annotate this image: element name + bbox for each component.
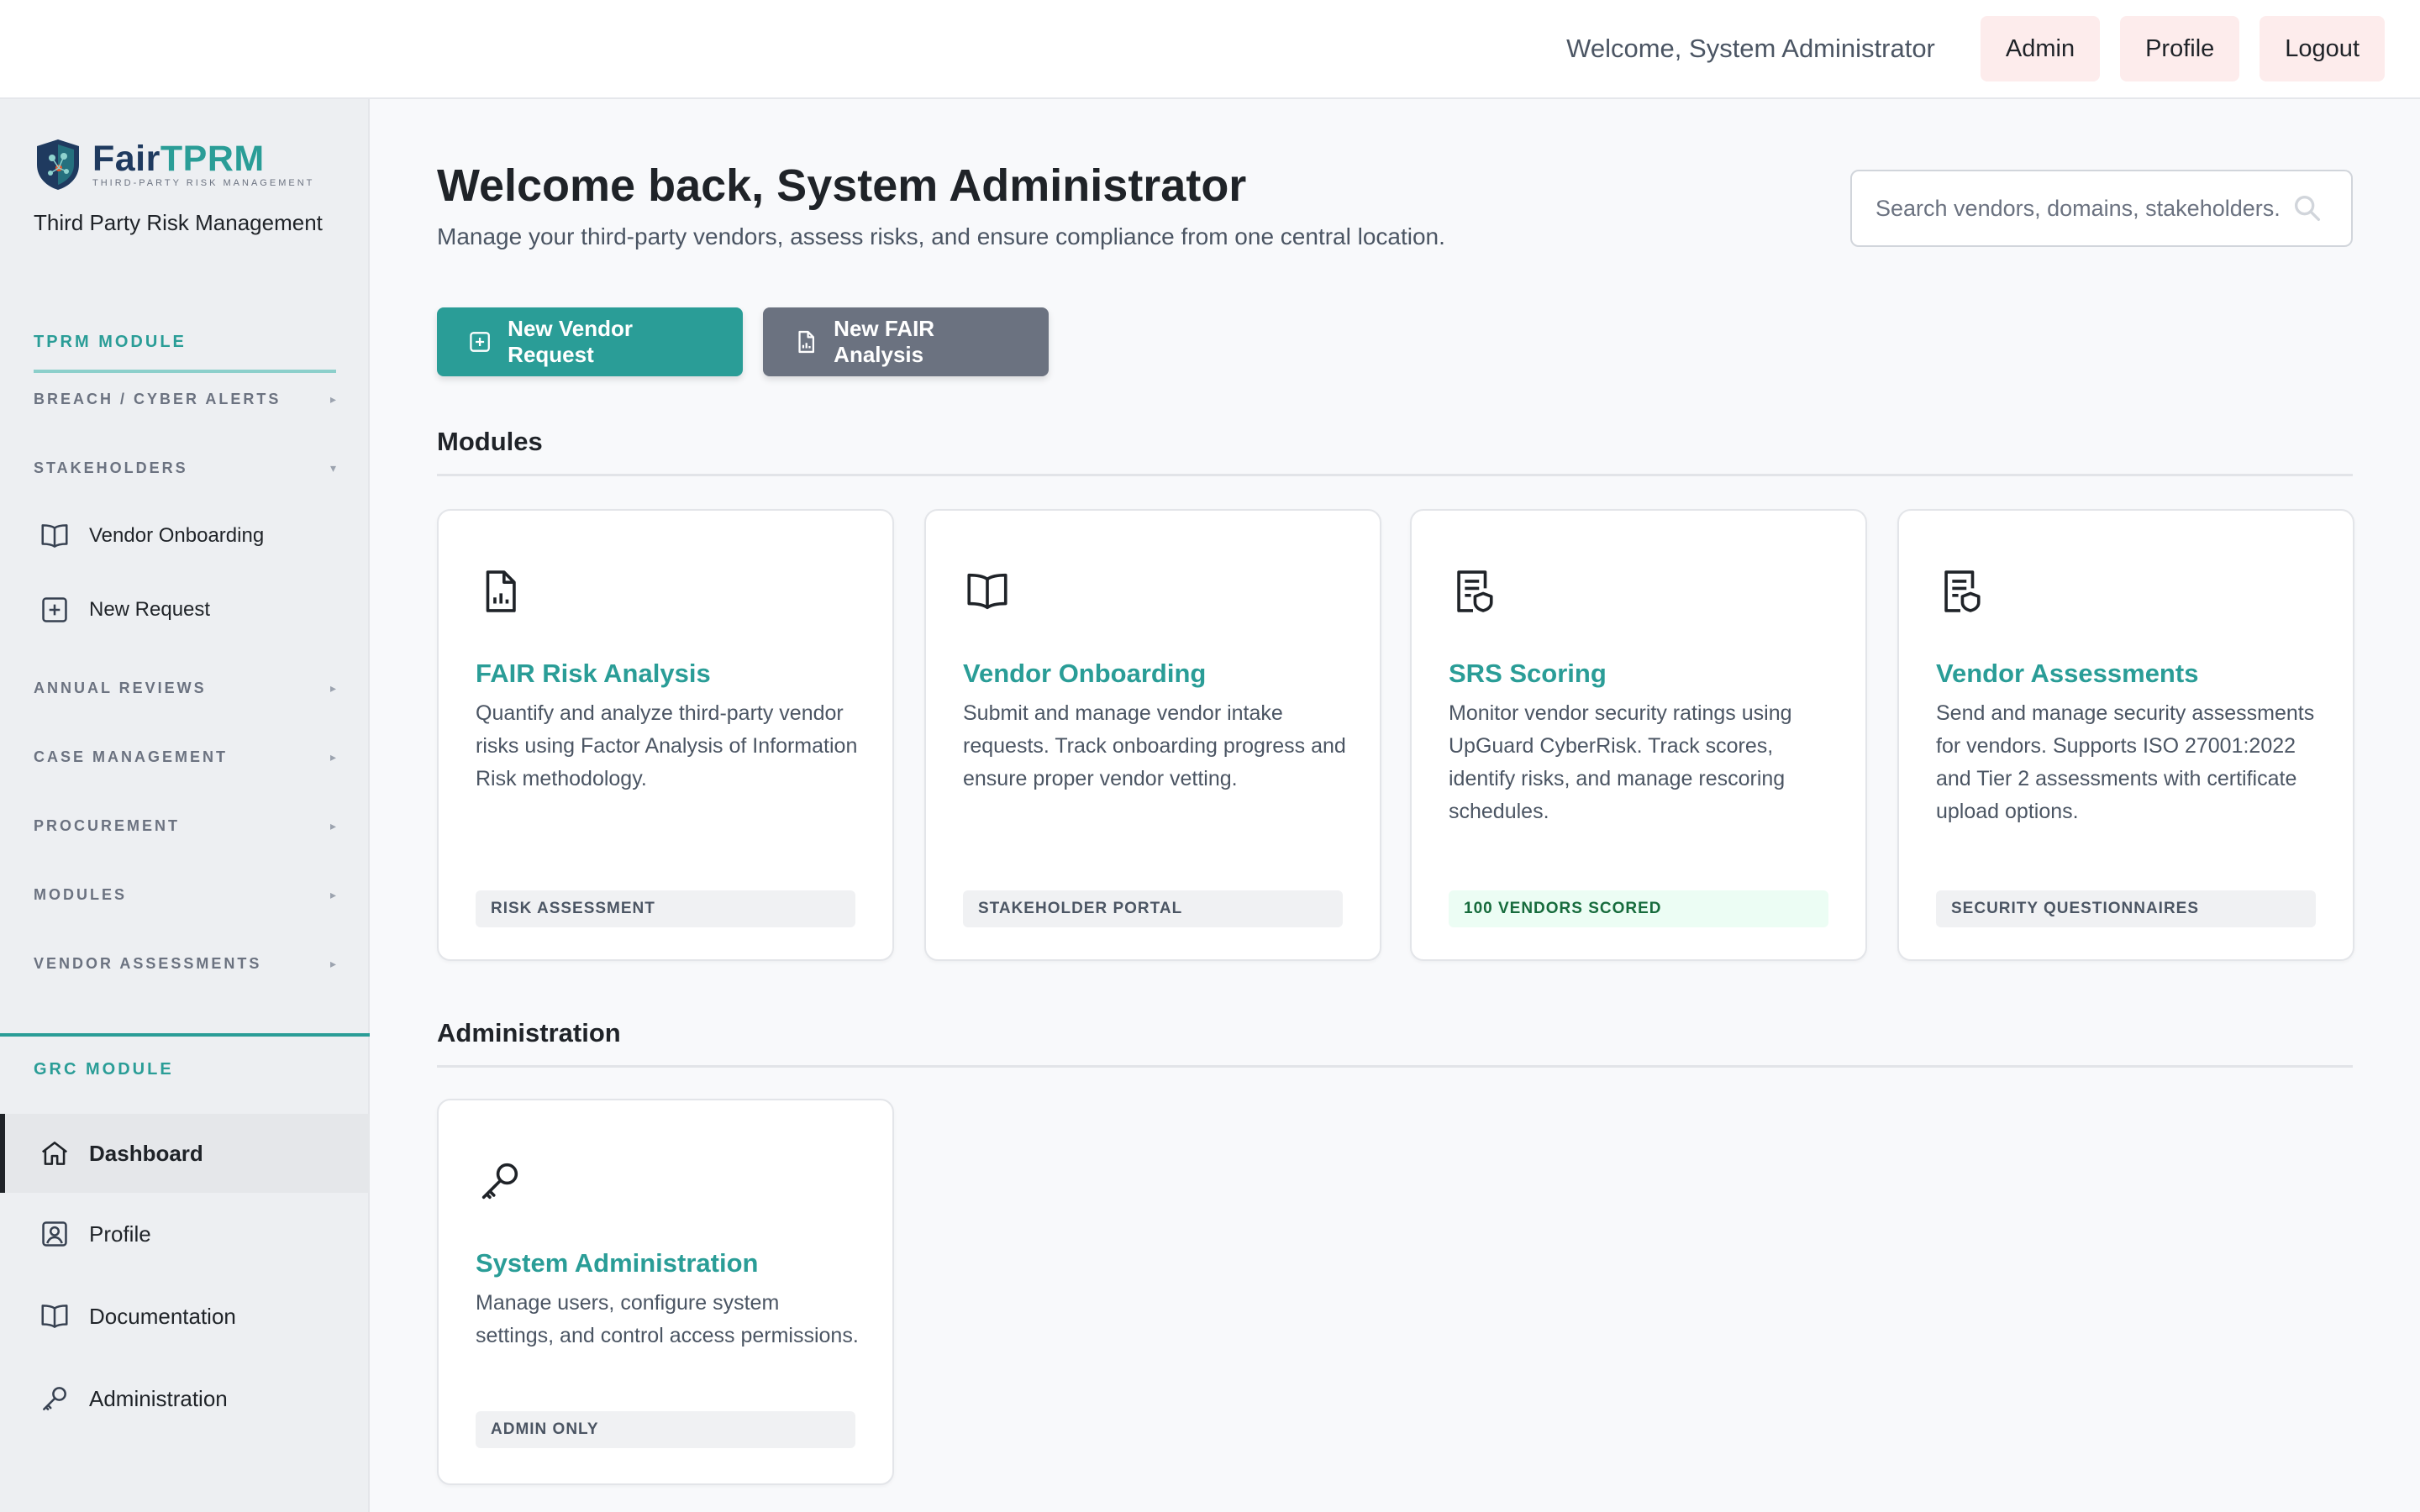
chart-document-icon [486, 570, 516, 612]
top-bar: Welcome, System Administrator Admin Prof… [0, 0, 2420, 99]
shield-document-icon [1944, 570, 1981, 612]
open-book-icon [967, 573, 1007, 610]
admin-card-system-administration[interactable]: System Administration Manage users, conf… [437, 1099, 894, 1485]
grc-module-divider [0, 1033, 370, 1037]
card-tag: SECURITY QUESTIONNAIRES [1936, 890, 2316, 927]
chevron-right-icon: ▸ [329, 888, 336, 901]
profile-button[interactable]: Profile [2120, 16, 2240, 81]
card-description: Submit and manage vendor intake requests… [963, 701, 1346, 790]
chevron-right-icon: ▸ [329, 681, 336, 695]
card-tag: RISK ASSESSMENT [476, 890, 855, 927]
plus-square-icon [470, 332, 490, 352]
modules-divider [437, 474, 2353, 476]
card-description: Manage users, configure system settings,… [476, 1291, 859, 1347]
nav-group-case-management[interactable]: CASE MANAGEMENT ▸ [34, 748, 336, 766]
card-title[interactable]: System Administration [476, 1248, 758, 1278]
page-title: Welcome back, System Administrator [437, 160, 1247, 211]
page-description: Manage your third-party vendors, assess … [437, 223, 1445, 249]
sidebar-item-new-request[interactable]: New Request [0, 576, 370, 643]
card-title[interactable]: FAIR Risk Analysis [476, 659, 711, 689]
modules-heading: Modules [437, 427, 543, 456]
shield-logo-icon [37, 139, 79, 190]
topbar-welcome: Welcome, System Administrator [1566, 34, 1935, 63]
card-description: Quantify and analyze third-party vendor … [476, 701, 858, 790]
new-vendor-request-button[interactable]: New Vendor Request [437, 307, 743, 376]
home-icon [41, 1142, 68, 1165]
new-fair-analysis-button[interactable]: New FAIR Analysis [763, 307, 1049, 376]
chevron-right-icon: ▸ [329, 957, 336, 970]
chevron-down-icon: ▾ [329, 461, 336, 475]
module-card-vendor-assessments[interactable]: Vendor Assessments Send and manage secur… [1897, 509, 2354, 961]
nav-group-vendor-assessments[interactable]: VENDOR ASSESSMENTS ▸ [34, 955, 336, 973]
chevron-right-icon: ▸ [329, 750, 336, 764]
module-card-vendor-onboarding[interactable]: Vendor Onboarding Submit and manage vend… [924, 509, 1381, 961]
chevron-right-icon: ▸ [329, 392, 336, 406]
sidebar-item-administration[interactable]: Administration [0, 1359, 370, 1438]
nav-group-modules[interactable]: MODULES ▸ [34, 886, 336, 904]
sidebar: FairTPRM THIRD-PARTY RISK MANAGEMENT Thi… [0, 99, 370, 1512]
logo-tagline: THIRD-PARTY RISK MANAGEMENT [92, 178, 315, 188]
brand: FairTPRM THIRD-PARTY RISK MANAGEMENT Thi… [34, 138, 353, 236]
nav-group-annual-reviews[interactable]: ANNUAL REVIEWS ▸ [34, 680, 336, 697]
card-title[interactable]: Vendor Onboarding [963, 659, 1206, 689]
chevron-right-icon: ▸ [329, 819, 336, 832]
admin-button[interactable]: Admin [1980, 16, 2101, 81]
grc-module-title: GRC MODULE [34, 1060, 174, 1079]
chart-document-icon [798, 330, 815, 354]
brand-subtitle: Third Party Risk Management [34, 210, 323, 235]
key-icon [43, 1387, 66, 1410]
module-card-fair-risk-analysis[interactable]: FAIR Risk Analysis Quantify and analyze … [437, 509, 894, 961]
administration-heading: Administration [437, 1018, 621, 1047]
open-book-icon [41, 524, 68, 548]
sidebar-item-vendor-onboarding[interactable]: Vendor Onboarding [0, 502, 370, 570]
sidebar-item-profile[interactable]: Profile [0, 1194, 370, 1273]
card-title[interactable]: Vendor Assessments [1936, 659, 2198, 689]
plus-square-icon [42, 597, 67, 622]
tprm-module-rule [34, 370, 336, 373]
administration-divider [437, 1065, 2353, 1068]
nav-group-breach-alerts[interactable]: BREACH / CYBER ALERTS ▸ [34, 391, 336, 408]
nav-group-stakeholders[interactable]: STAKEHOLDERS ▾ [34, 459, 336, 477]
search-input[interactable] [1876, 195, 2279, 222]
search-box [1850, 170, 2353, 247]
tprm-module-title: TPRM MODULE [34, 333, 187, 351]
sidebar-item-dashboard[interactable]: Dashboard [0, 1114, 370, 1193]
sidebar-item-documentation[interactable]: Documentation [0, 1277, 370, 1356]
card-tag: 100 VENDORS SCORED [1449, 890, 1828, 927]
card-tag: ADMIN ONLY [476, 1411, 855, 1448]
key-icon [481, 1163, 518, 1200]
open-book-icon [41, 1305, 68, 1328]
shield-document-icon [1457, 570, 1493, 612]
card-description: Send and manage security assessments for… [1936, 701, 2315, 823]
nav-group-procurement[interactable]: PROCUREMENT ▸ [34, 817, 336, 835]
search-icon[interactable] [2291, 192, 2324, 225]
logout-button[interactable]: Logout [2260, 16, 2385, 81]
card-description: Monitor vendor security ratings using Up… [1449, 701, 1792, 823]
user-square-icon [42, 1221, 67, 1247]
card-title[interactable]: SRS Scoring [1449, 659, 1607, 689]
card-tag: STAKEHOLDER PORTAL [963, 890, 1343, 927]
logo[interactable]: FairTPRM THIRD-PARTY RISK MANAGEMENT [34, 138, 353, 192]
logo-name: FairTPRM [92, 139, 265, 179]
module-card-srs-scoring[interactable]: SRS Scoring Monitor vendor security rati… [1410, 509, 1867, 961]
